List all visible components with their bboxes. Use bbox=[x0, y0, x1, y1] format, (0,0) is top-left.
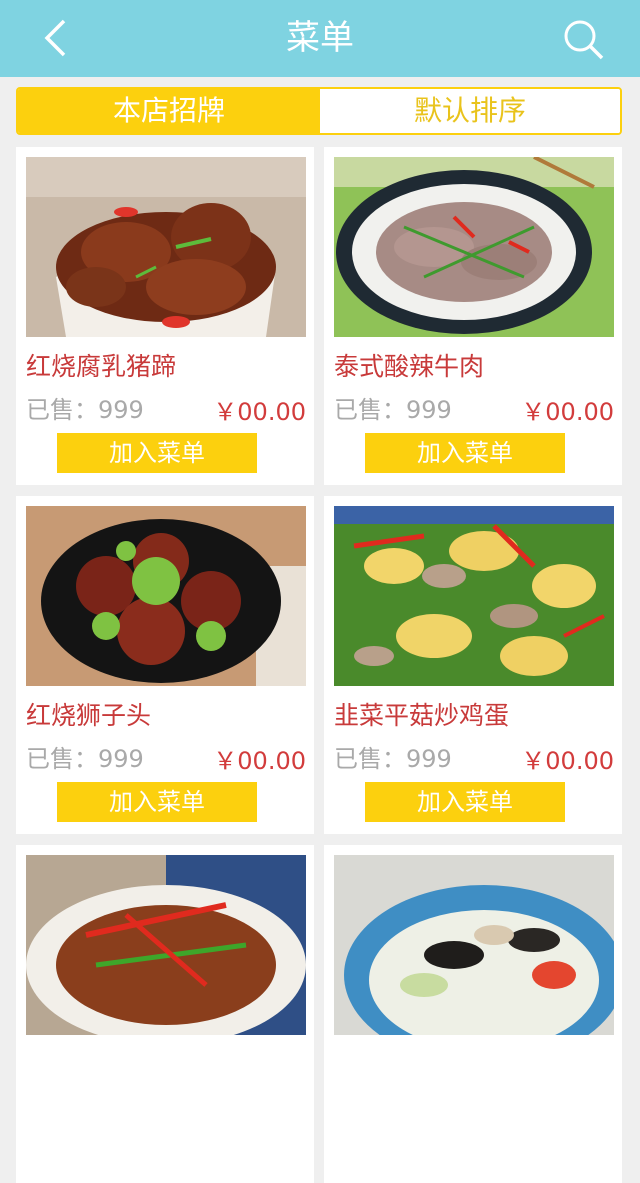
dish-price: ￥00.00 bbox=[521, 747, 614, 775]
add-to-menu-button[interactable]: 加入菜单 bbox=[57, 782, 257, 822]
dish-card[interactable] bbox=[324, 845, 622, 1183]
dish-photo bbox=[334, 157, 614, 337]
dish-name: 泰式酸辣牛肉 bbox=[334, 352, 485, 381]
dish-photo bbox=[334, 855, 614, 1035]
page-title: 菜单 bbox=[286, 18, 354, 58]
tab-signature[interactable]: 本店招牌 bbox=[18, 89, 320, 133]
dish-name: 红烧腐乳猪蹄 bbox=[26, 352, 177, 381]
sold-count: 已售：999 bbox=[334, 396, 452, 424]
dish-price: ￥00.00 bbox=[521, 398, 614, 426]
dish-price: ￥00.00 bbox=[213, 747, 306, 775]
add-to-menu-button[interactable]: 加入菜单 bbox=[365, 782, 565, 822]
chevron-left-icon[interactable] bbox=[38, 18, 78, 58]
dish-card[interactable]: 红烧狮子头 已售：999 ￥00.00 加入菜单 bbox=[16, 496, 314, 834]
dish-price: ￥00.00 bbox=[213, 398, 306, 426]
sold-count: 已售：999 bbox=[26, 396, 144, 424]
sold-count: 已售：999 bbox=[26, 745, 144, 773]
sort-tabs: 本店招牌 默认排序 bbox=[16, 87, 622, 135]
dish-name: 红烧狮子头 bbox=[26, 701, 152, 730]
dish-name: 韭菜平菇炒鸡蛋 bbox=[334, 701, 510, 730]
header-bar: 菜单 bbox=[0, 0, 640, 77]
dish-card[interactable] bbox=[16, 845, 314, 1183]
dish-photo bbox=[26, 506, 306, 686]
dish-photo bbox=[26, 855, 306, 1035]
add-to-menu-button[interactable]: 加入菜单 bbox=[57, 433, 257, 473]
add-to-menu-button[interactable]: 加入菜单 bbox=[365, 433, 565, 473]
dish-card[interactable]: 红烧腐乳猪蹄 已售：999 ￥00.00 加入菜单 bbox=[16, 147, 314, 485]
tab-default-sort[interactable]: 默认排序 bbox=[320, 89, 620, 133]
dish-photo bbox=[334, 506, 614, 686]
search-icon[interactable] bbox=[560, 16, 606, 62]
sold-count: 已售：999 bbox=[334, 745, 452, 773]
dish-card[interactable]: 泰式酸辣牛肉 已售：999 ￥00.00 加入菜单 bbox=[324, 147, 622, 485]
dish-photo bbox=[26, 157, 306, 337]
dish-card[interactable]: 韭菜平菇炒鸡蛋 已售：999 ￥00.00 加入菜单 bbox=[324, 496, 622, 834]
